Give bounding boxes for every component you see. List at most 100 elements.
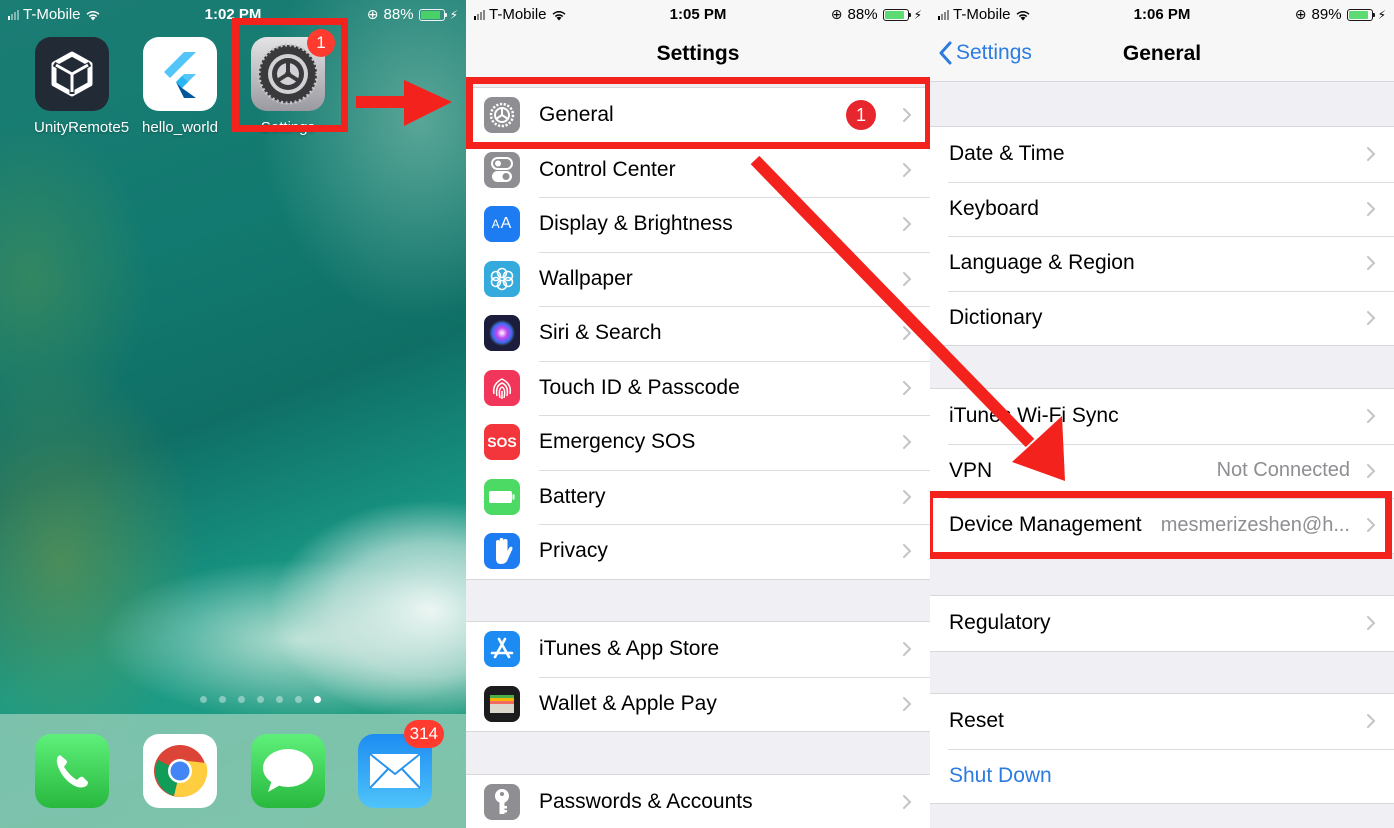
dock-chrome[interactable] bbox=[143, 734, 217, 808]
row-label: Display & Brightness bbox=[539, 212, 733, 236]
row-label: Date & Time bbox=[949, 142, 1065, 166]
charging-icon: ⚡ bbox=[449, 7, 458, 22]
general-group-2: iTunes Wi-Fi Sync VPN Not Connected Device … bbox=[930, 388, 1394, 554]
page-dot bbox=[294, 696, 302, 703]
app-label: UnityRemote5 bbox=[34, 119, 130, 136]
row-label: Shut Down bbox=[949, 763, 1052, 787]
settings-row-shut-down[interactable]: Shut Down bbox=[930, 748, 1394, 804]
chevron-right-icon bbox=[902, 271, 912, 287]
charging-icon: ⚡ bbox=[913, 7, 922, 22]
toggles-icon bbox=[484, 151, 520, 188]
settings-group-1: General 1 Control Center AA Display & Bright… bbox=[466, 87, 930, 580]
general-group-4: Reset Shut Down bbox=[930, 693, 1394, 804]
chevron-right-icon bbox=[902, 794, 912, 810]
wallet-icon bbox=[484, 685, 520, 722]
settings-gear-icon: 1 bbox=[251, 29, 335, 111]
row-label: Emergency SOS bbox=[539, 430, 696, 454]
settings-row-reset[interactable]: Reset bbox=[930, 694, 1394, 749]
key-icon bbox=[484, 784, 520, 821]
gear-icon bbox=[484, 97, 520, 134]
sos-icon: SOS bbox=[484, 424, 520, 461]
charging-icon: ⚡ bbox=[1377, 7, 1386, 22]
general-screen: T-Mobile 1:06 PM ⊕ 89% ⚡ Settings Genera… bbox=[930, 0, 1394, 828]
settings-row-date-time[interactable]: Date & Time bbox=[930, 127, 1394, 182]
settings-group-3: Passwords & Accounts bbox=[466, 774, 930, 828]
row-label: Privacy bbox=[539, 539, 608, 563]
settings-row-keyboard[interactable]: Keyboard bbox=[930, 181, 1394, 237]
dock-messages[interactable] bbox=[251, 734, 325, 808]
battery-icon bbox=[882, 8, 911, 21]
page-dot bbox=[275, 696, 283, 703]
chevron-right-icon bbox=[1366, 201, 1376, 217]
general-group-3: Regulatory bbox=[930, 595, 1394, 652]
page-indicator[interactable] bbox=[0, 696, 466, 703]
settings-row-battery[interactable]: Battery bbox=[466, 469, 930, 525]
chevron-right-icon bbox=[1366, 615, 1376, 631]
chevron-right-icon bbox=[902, 216, 912, 232]
settings-row-general[interactable]: General 1 bbox=[466, 88, 930, 143]
page-dot bbox=[256, 696, 264, 703]
settings-row-vpn[interactable]: VPN Not Connected bbox=[930, 443, 1394, 499]
chevron-right-icon bbox=[902, 162, 912, 178]
orientation-lock-icon: ⊕ bbox=[366, 6, 379, 22]
mail-badge: 314 bbox=[403, 720, 444, 748]
chevron-right-icon bbox=[902, 489, 912, 505]
settings-row-wallpaper[interactable]: Wallpaper bbox=[466, 251, 930, 307]
settings-row-dictionary[interactable]: Dictionary bbox=[930, 290, 1394, 346]
chevron-right-icon bbox=[902, 325, 912, 341]
flower-icon bbox=[484, 260, 520, 297]
settings-row-touch-id-passcode[interactable]: Touch ID & Passcode bbox=[466, 360, 930, 416]
chevron-right-icon bbox=[1366, 146, 1376, 162]
row-label: Touch ID & Passcode bbox=[539, 375, 740, 399]
battery-icon bbox=[1346, 8, 1375, 21]
hand-icon bbox=[484, 533, 520, 570]
dock-mail[interactable]: 314 bbox=[358, 720, 444, 808]
app-hello-world[interactable]: hello_world bbox=[142, 37, 218, 136]
row-label: Wallet & Apple Pay bbox=[539, 691, 717, 715]
row-label: Siri & Search bbox=[539, 321, 662, 345]
text-size-icon: AA bbox=[484, 206, 520, 243]
status-bar: T-Mobile 1:05 PM ⊕ 88% ⚡ bbox=[466, 0, 930, 30]
chevron-right-icon bbox=[1366, 517, 1376, 533]
phone-icon bbox=[56, 755, 88, 788]
row-label: VPN bbox=[949, 458, 993, 482]
settings-row-wallet-apple-pay[interactable]: Wallet & Apple Pay bbox=[466, 676, 930, 732]
settings-row-passwords-accounts[interactable]: Passwords & Accounts bbox=[466, 775, 930, 828]
settings-row-emergency-sos[interactable]: SOS Emergency SOS bbox=[466, 415, 930, 470]
settings-row-language-region[interactable]: Language & Region bbox=[930, 236, 1394, 291]
orientation-lock-icon: ⊕ bbox=[1294, 6, 1307, 22]
chevron-right-icon bbox=[902, 543, 912, 559]
app-label: Settings bbox=[260, 119, 316, 136]
page-dot bbox=[199, 696, 207, 703]
app-unity-remote[interactable]: UnityRemote5 bbox=[34, 37, 130, 136]
row-label: Passwords & Accounts bbox=[539, 790, 753, 814]
row-label: General bbox=[539, 103, 614, 127]
flutter-icon bbox=[143, 37, 217, 111]
settings-row-regulatory[interactable]: Regulatory bbox=[930, 596, 1394, 651]
row-label: Device Management bbox=[949, 513, 1142, 537]
settings-row-display-brightness[interactable]: AA Display & Brightness bbox=[466, 197, 930, 252]
home-screen: T-Mobile 1:02 PM ⊕ 88% ⚡ UnityRemote5 he… bbox=[0, 0, 466, 828]
battery-icon bbox=[418, 8, 447, 21]
chevron-right-icon bbox=[902, 696, 912, 712]
general-group-1: Date & Time Keyboard Language & Region Dict… bbox=[930, 126, 1394, 346]
app-store-icon bbox=[484, 631, 520, 668]
row-label: Dictionary bbox=[949, 305, 1043, 329]
settings-group-2: iTunes & App Store Wallet & Apple Pay bbox=[466, 621, 930, 732]
app-settings[interactable]: 1 Settings bbox=[250, 29, 335, 136]
row-label: Keyboard bbox=[949, 196, 1039, 220]
settings-row-privacy[interactable]: Privacy bbox=[466, 524, 930, 579]
chrome-icon bbox=[154, 745, 208, 798]
settings-row-itunes-app-store[interactable]: iTunes & App Store bbox=[466, 622, 930, 677]
dock-phone[interactable] bbox=[35, 734, 109, 808]
row-label: iTunes Wi-Fi Sync bbox=[949, 404, 1119, 428]
settings-row-itunes-wi-fi-sync[interactable]: iTunes Wi-Fi Sync bbox=[930, 389, 1394, 444]
settings-row-siri-search[interactable]: Siri & Search bbox=[466, 306, 930, 361]
chevron-right-icon bbox=[1366, 255, 1376, 271]
battery-percent: 88% bbox=[383, 6, 414, 23]
dock: 314 bbox=[0, 714, 466, 828]
page-dot bbox=[237, 696, 245, 703]
settings-row-device-management[interactable]: Device Management mesmerizeshen@h... bbox=[930, 498, 1394, 553]
status-bar: T-Mobile 1:06 PM ⊕ 89% ⚡ bbox=[930, 0, 1394, 30]
settings-row-control-center[interactable]: Control Center bbox=[466, 142, 930, 198]
